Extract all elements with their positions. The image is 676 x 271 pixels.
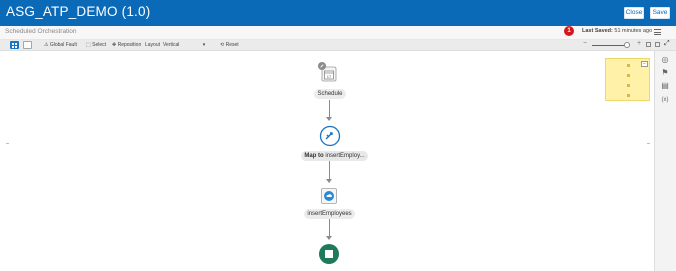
zoom-out-button[interactable]: −	[583, 40, 587, 47]
last-saved-info: Last Saved: 51 minutes ago	[582, 28, 652, 34]
flag-icon[interactable]: ⚑	[660, 68, 670, 78]
reposition-label: Reposition	[117, 42, 142, 48]
expression-icon[interactable]: (x)	[660, 95, 670, 105]
menu-icon[interactable]	[654, 29, 661, 35]
move-icon: ✥	[112, 42, 117, 48]
map-label-bold: Map to	[304, 153, 324, 159]
select-label: Select	[92, 42, 107, 48]
map-label-target: insertEmploy...	[323, 153, 365, 159]
zoom-in-button[interactable]: +	[637, 40, 641, 47]
map-node[interactable]	[319, 125, 341, 147]
schedule-node[interactable]: 17	[318, 61, 340, 85]
orchestration-canvas[interactable]: 17 Schedule Map to insertEmploy... inser…	[0, 51, 654, 271]
warning-icon: ⚠	[44, 42, 49, 48]
reposition-button[interactable]: ✥ Reposition	[112, 41, 141, 49]
connector-arrow	[326, 236, 332, 240]
stop-icon	[329, 254, 330, 255]
chevron-down-icon: ▾	[202, 42, 206, 48]
connector-arrow	[326, 179, 332, 183]
zoom-slider-handle[interactable]	[624, 42, 630, 48]
canvas-view-button[interactable]	[10, 41, 19, 49]
actual-size-icon[interactable]	[655, 42, 660, 47]
last-saved-label: Last Saved:	[582, 28, 613, 34]
global-fault-button[interactable]: ⚠ Global Fault	[44, 41, 77, 49]
reset-icon: ⟲	[220, 42, 225, 48]
layout-label: Layout	[145, 42, 161, 48]
minimap-collapse-button[interactable]: −	[641, 61, 648, 67]
close-button[interactable]: Close	[624, 7, 644, 19]
cloud-adapter-icon	[329, 196, 330, 197]
zoom-slider[interactable]	[592, 45, 627, 46]
minimap-node	[627, 64, 630, 67]
global-fault-label: Global Fault	[49, 42, 77, 48]
svg-text:17: 17	[327, 74, 332, 79]
target-icon[interactable]: ◎	[660, 55, 670, 65]
minimap-node	[627, 84, 630, 87]
canvas-edge-marker	[6, 143, 9, 144]
error-count-badge[interactable]: 1	[564, 26, 574, 36]
reset-button[interactable]: ⟲ Reset	[220, 41, 239, 49]
canvas-toolbar: ⚠ Global Fault ⬚ Select ✥ Reposition Lay…	[0, 40, 676, 51]
insert-employees-label[interactable]: insertEmployees	[304, 209, 355, 219]
map-icon	[329, 135, 330, 136]
map-node-label[interactable]: Map to insertEmploy...	[301, 151, 368, 161]
select-icon: ⬚	[86, 42, 91, 48]
fit-to-screen-icon[interactable]	[646, 42, 651, 47]
select-button[interactable]: ⬚ Select	[86, 41, 106, 49]
minimap-node	[627, 94, 630, 97]
integration-title: ASG_ATP_DEMO (1.0)	[6, 4, 151, 19]
title-bar: ASG_ATP_DEMO (1.0) Close Save	[0, 0, 676, 26]
fullscreen-icon[interactable]: ⤢	[664, 40, 670, 48]
right-rail: ◎ ⚑ ▤ (x)	[654, 51, 676, 271]
layout-select[interactable]: Vertical ▾	[163, 41, 205, 49]
connector-arrow	[326, 117, 332, 121]
layout-select-value: Vertical	[163, 42, 180, 48]
save-button[interactable]: Save	[650, 7, 670, 19]
calendar-icon	[322, 71, 323, 72]
schedule-node-label[interactable]: Schedule	[314, 89, 346, 99]
last-saved-value: 51 minutes ago	[614, 28, 653, 34]
sub-header: Scheduled Orchestration 1 Last Saved: 51…	[0, 26, 676, 40]
integration-type-label: Scheduled Orchestration	[5, 28, 77, 35]
list-view-button[interactable]	[23, 41, 32, 49]
document-icon[interactable]: ▤	[660, 81, 670, 91]
minimap-node	[627, 74, 630, 77]
reset-label: Reset	[225, 42, 239, 48]
canvas-edge-marker	[647, 143, 650, 144]
minimap[interactable]: −	[605, 58, 650, 101]
